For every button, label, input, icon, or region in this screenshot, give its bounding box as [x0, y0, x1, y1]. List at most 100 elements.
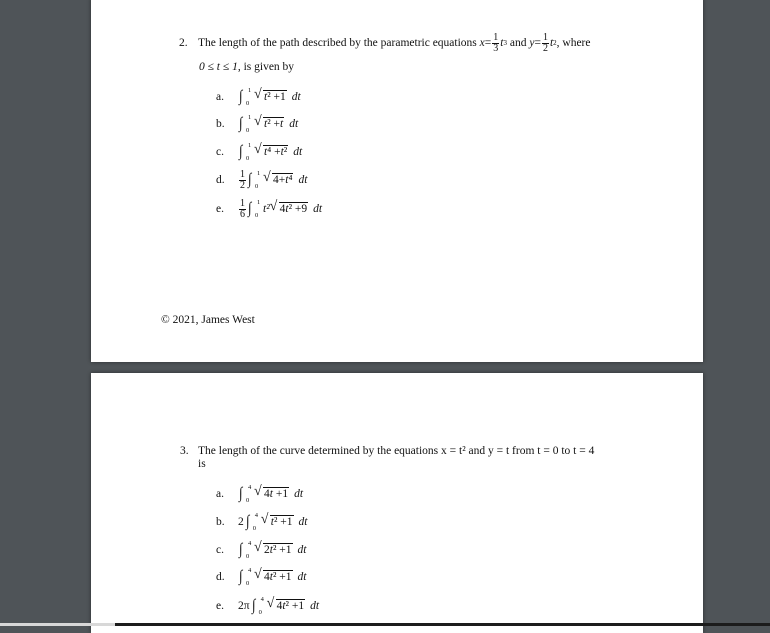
- square-root: t² +1: [261, 512, 294, 529]
- upper-limit: 4: [254, 512, 258, 519]
- radicand: t² +1: [263, 90, 287, 103]
- upper-limit: 4: [248, 484, 252, 491]
- square-root: 4t² +1: [267, 596, 306, 613]
- radicand: 4t² +1: [275, 599, 306, 612]
- option-label: e.: [216, 600, 224, 612]
- lower-limit: 0: [246, 553, 250, 560]
- denominator: 3: [493, 42, 499, 54]
- option-label: e.: [216, 203, 224, 215]
- upper-limit: 1: [248, 114, 252, 121]
- option-label: b.: [216, 516, 225, 528]
- square-root: t² +1: [254, 87, 287, 104]
- pdf-page-1: 2 0 0 2. The length of the path describe…: [91, 0, 703, 362]
- option-label: b.: [216, 118, 225, 130]
- lower-limit: 0: [246, 580, 250, 587]
- answer-option: e.16∫10t²4t² +9dt: [216, 198, 322, 220]
- answer-option: d.∫404t² +1dt: [216, 566, 306, 588]
- answer-option: b.2∫40t² +1dt: [216, 511, 307, 533]
- radicand: t² +1: [269, 515, 294, 528]
- lower-limit: 0: [246, 100, 250, 107]
- square-root: t² +t: [254, 114, 285, 131]
- radicand: 4t +1: [263, 487, 290, 500]
- option-label: a.: [216, 91, 224, 103]
- lower-limit: 0: [252, 525, 256, 532]
- square-root: 2t² +1: [254, 540, 293, 557]
- option-coefficient-fraction: 12: [239, 168, 246, 191]
- differential: dt: [293, 146, 303, 158]
- lower-limit: 0: [246, 127, 250, 134]
- radicand: 4t² +1: [263, 570, 293, 583]
- cut-glyph: 2: [232, 0, 238, 2]
- upper-limit: 1: [248, 87, 252, 94]
- option-label: a.: [216, 488, 224, 500]
- radicand: 4t² +9: [278, 202, 309, 215]
- numerator: 1: [239, 197, 246, 210]
- lower-limit: 0: [246, 155, 250, 162]
- pdf-page-2: 3. The length of the curve determined by…: [91, 373, 703, 633]
- option-coefficient: 2π: [238, 600, 250, 612]
- denominator: 2: [542, 42, 548, 54]
- answer-option: c.∫10t⁴ +t²dt: [216, 141, 302, 163]
- and-word: and: [509, 37, 527, 49]
- option-label: c.: [216, 146, 224, 158]
- square-root: 4t² +1: [254, 567, 293, 584]
- answer-option: a.∫404t +1dt: [216, 483, 303, 505]
- lower-limit: 0: [246, 497, 250, 504]
- integral-limits: 10: [255, 198, 263, 220]
- fraction-one-half: 12: [541, 31, 549, 54]
- question-2-text: The length of the path described by the …: [198, 37, 477, 49]
- equals-sign: =: [484, 37, 492, 49]
- differential: dt: [313, 203, 323, 215]
- upper-limit: 4: [248, 567, 252, 574]
- question-2-number: 2.: [179, 37, 188, 49]
- radicand: t² +t: [263, 117, 285, 130]
- numerator: 1: [541, 31, 549, 44]
- upper-limit: 1: [257, 170, 261, 177]
- copyright-footer: © 2021, James West: [161, 314, 255, 326]
- square-root: 4t +1: [254, 484, 290, 501]
- lower-limit: 0: [255, 212, 259, 219]
- option-label: d.: [216, 571, 225, 583]
- radicand: 4+t⁴: [272, 173, 294, 186]
- question-2-line-2: 0 ≤ t ≤ 1, is given by: [199, 60, 294, 74]
- answer-option: d.12∫104+t⁴dt: [216, 169, 307, 191]
- radicand: 2t² +1: [263, 543, 293, 556]
- lower-limit: 0: [258, 609, 262, 616]
- option-coefficient: 2: [238, 516, 244, 528]
- question-3-line-1: The length of the curve determined by th…: [198, 445, 595, 457]
- differential: dt: [297, 571, 307, 583]
- square-root: 4t² +9: [270, 199, 309, 216]
- upper-limit: 1: [248, 142, 252, 149]
- fraction-one-third: 13: [492, 31, 500, 54]
- prefactor: t²: [263, 203, 270, 215]
- option-label: d.: [216, 174, 225, 186]
- t-range: 0 ≤ t ≤ 1: [199, 61, 238, 73]
- question-3-number: 3.: [180, 445, 189, 457]
- upper-limit: 1: [257, 199, 261, 206]
- answer-option: a.∫10t² +1dt: [216, 86, 301, 108]
- question-2-line-2-text: , is given by: [237, 61, 295, 73]
- cut-glyph: 0: [256, 0, 262, 2]
- upper-limit: 4: [248, 540, 252, 547]
- denominator: 2: [240, 179, 245, 191]
- radicand: t⁴ +t²: [263, 145, 289, 158]
- option-coefficient-fraction: 16: [239, 197, 246, 220]
- numerator: 1: [492, 31, 500, 44]
- differential: dt: [298, 516, 308, 528]
- answer-option: c.∫402t² +1dt: [216, 539, 306, 561]
- differential: dt: [289, 118, 299, 130]
- denominator: 6: [240, 208, 245, 220]
- option-label: c.: [216, 544, 224, 556]
- differential: dt: [294, 488, 304, 500]
- question-2-text-end: , where: [556, 37, 591, 49]
- equals-sign: =: [534, 37, 541, 49]
- answer-option: b.∫10t² +tdt: [216, 113, 298, 135]
- differential: dt: [291, 91, 301, 103]
- upper-limit: 4: [260, 596, 264, 603]
- square-root: 4+t⁴: [263, 170, 294, 187]
- numerator: 1: [239, 168, 246, 181]
- differential: dt: [298, 174, 308, 186]
- cut-glyph: 0: [279, 0, 285, 2]
- differential: dt: [310, 600, 320, 612]
- answer-option: e.2π∫404t² +1dt: [216, 595, 319, 617]
